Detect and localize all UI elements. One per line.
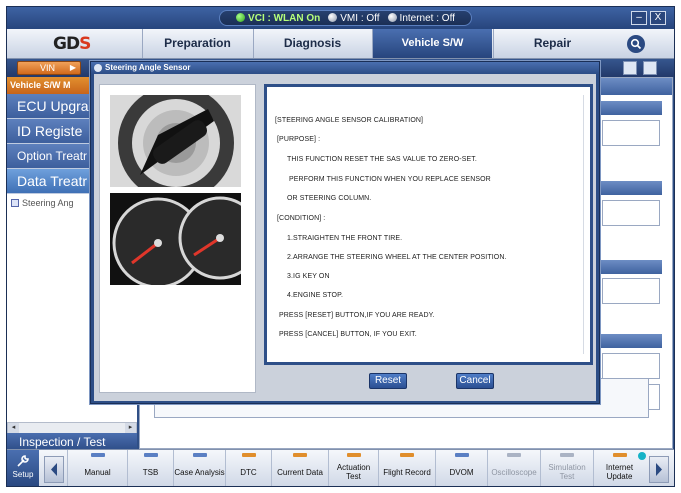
dialog-body: [STEERING ANGLE SENSOR CALIBRATION] [PUR… [94, 74, 596, 401]
arrow-right-icon [656, 463, 662, 476]
tab-diagnosis[interactable]: Diagnosis [253, 29, 371, 58]
instruction-line: [CONDITION] : [277, 215, 326, 222]
content-field [602, 353, 660, 379]
tool-flight-record[interactable]: Flight Record [378, 450, 435, 486]
gds-logo: GDS [53, 34, 91, 54]
tree-node-icon [11, 199, 19, 207]
tool-manual[interactable]: Manual [67, 450, 127, 486]
tab-repair[interactable]: Repair [493, 29, 611, 58]
minimize-button[interactable]: ‒ [631, 11, 647, 25]
search-icon[interactable] [627, 35, 645, 53]
vmi-status-label: VMI : Off [340, 12, 380, 24]
vin-arrow-icon: ▶ [69, 63, 76, 72]
reset-button[interactable]: Reset [369, 373, 407, 389]
internet-status-label: Internet : Off [399, 12, 455, 24]
content-section-header [592, 181, 662, 195]
scroll-right-icon[interactable]: ▸ [125, 423, 136, 433]
logo-mark: S [79, 34, 91, 54]
internet-status: Internet : Off [387, 12, 455, 24]
instruction-line: [PURPOSE] : [277, 136, 321, 143]
tool-simulation-test[interactable]: Simulation Test [540, 450, 593, 486]
dialog-title-bar: Steering Angle Sensor [91, 62, 599, 74]
setup-label: Setup [12, 470, 34, 479]
content-section-header [592, 260, 662, 274]
status-bar: VCI : WLAN On VMI : Off Internet : Off ‒… [7, 7, 674, 29]
tree-item-label: Steering Ang [22, 198, 74, 208]
steering-angle-sensor-dialog: Steering Angle Sensor [STEERING ANGLE SE… [90, 61, 600, 404]
tab-preparation[interactable]: Preparation [142, 29, 252, 58]
logo-text: GD [53, 34, 80, 54]
vci-status-label: VCI : WLAN On [248, 12, 321, 24]
bottom-toolbar: Setup Manual TSB Case Analysis DTC Curre… [7, 449, 674, 486]
instruction-line: OR STEERING COLUMN. [287, 195, 372, 202]
tool-dvom[interactable]: DVOM [435, 450, 487, 486]
tool-actuation-test[interactable]: Actuation Test [328, 450, 378, 486]
ignition-switch-image [110, 95, 241, 187]
main-nav: GDS Preparation Diagnosis Vehicle S/W Ma… [7, 29, 674, 78]
gauge-cluster-image [110, 193, 241, 285]
image-panel [99, 84, 256, 393]
vin-label: VIN [40, 63, 56, 73]
layout-icon[interactable] [643, 61, 657, 75]
tool-oscilloscope[interactable]: Oscilloscope [487, 450, 540, 486]
tool-case-analysis[interactable]: Case Analysis [173, 450, 225, 486]
connection-status-pill: VCI : WLAN On VMI : Off Internet : Off [219, 10, 472, 26]
vci-status-icon [236, 12, 246, 22]
tool-tsb[interactable]: TSB [127, 450, 173, 486]
cancel-button[interactable]: Cancel [456, 373, 494, 389]
app-window: VCI : WLAN On VMI : Off Internet : Off ‒… [6, 6, 675, 487]
arrow-left-icon [51, 463, 57, 476]
content-section-header [592, 101, 662, 115]
setup-button[interactable]: Setup [7, 450, 39, 486]
vmi-status: VMI : Off [328, 12, 380, 24]
toolbar-prev-button[interactable] [44, 456, 64, 483]
tool-dtc[interactable]: DTC [225, 450, 271, 486]
instruction-text: [STEERING ANGLE SENSOR CALIBRATION] [PUR… [275, 95, 584, 354]
tool-current-data[interactable]: Current Data [271, 450, 328, 486]
scroll-left-icon[interactable]: ◂ [8, 423, 19, 433]
content-field [602, 120, 660, 146]
dialog-title-icon [94, 64, 102, 72]
toolbar-next-button[interactable] [649, 456, 669, 483]
dialog-title: Steering Angle Sensor [105, 63, 191, 72]
instruction-line: PERFORM THIS FUNCTION WHEN YOU REPLACE S… [289, 176, 491, 183]
content-field [602, 278, 660, 304]
instruction-line: 3.IG KEY ON [287, 273, 330, 280]
instruction-line: 4.ENGINE STOP. [287, 292, 343, 299]
wrench-icon [17, 455, 29, 467]
instruction-line: 2.ARRANGE THE STEERING WHEEL AT THE CENT… [287, 254, 507, 261]
tab-vehicle-sw-management[interactable]: Vehicle S/W Management [372, 29, 492, 78]
instruction-line: [STEERING ANGLE SENSOR CALIBRATION] [275, 117, 424, 124]
update-available-badge [638, 452, 646, 460]
instruction-line: 1.STRAIGHTEN THE FRONT TIRE. [287, 235, 403, 242]
internet-status-icon [387, 12, 397, 22]
vci-status: VCI : WLAN On [236, 12, 321, 24]
instruction-line: PRESS [RESET] BUTTON,IF YOU ARE READY. [279, 312, 435, 319]
instruction-panel: [STEERING ANGLE SENSOR CALIBRATION] [PUR… [264, 84, 593, 365]
close-button[interactable]: X [650, 11, 666, 25]
content-section-header [592, 334, 662, 348]
instruction-line: PRESS [CANCEL] BUTTON, IF YOU EXIT. [279, 331, 417, 338]
content-field [602, 200, 660, 226]
vin-button[interactable]: VIN ▶ [17, 61, 81, 75]
vmi-status-icon [328, 12, 338, 22]
capture-icon[interactable] [623, 61, 637, 75]
instruction-line: THIS FUNCTION RESET THE SAS VALUE TO ZER… [287, 156, 477, 163]
